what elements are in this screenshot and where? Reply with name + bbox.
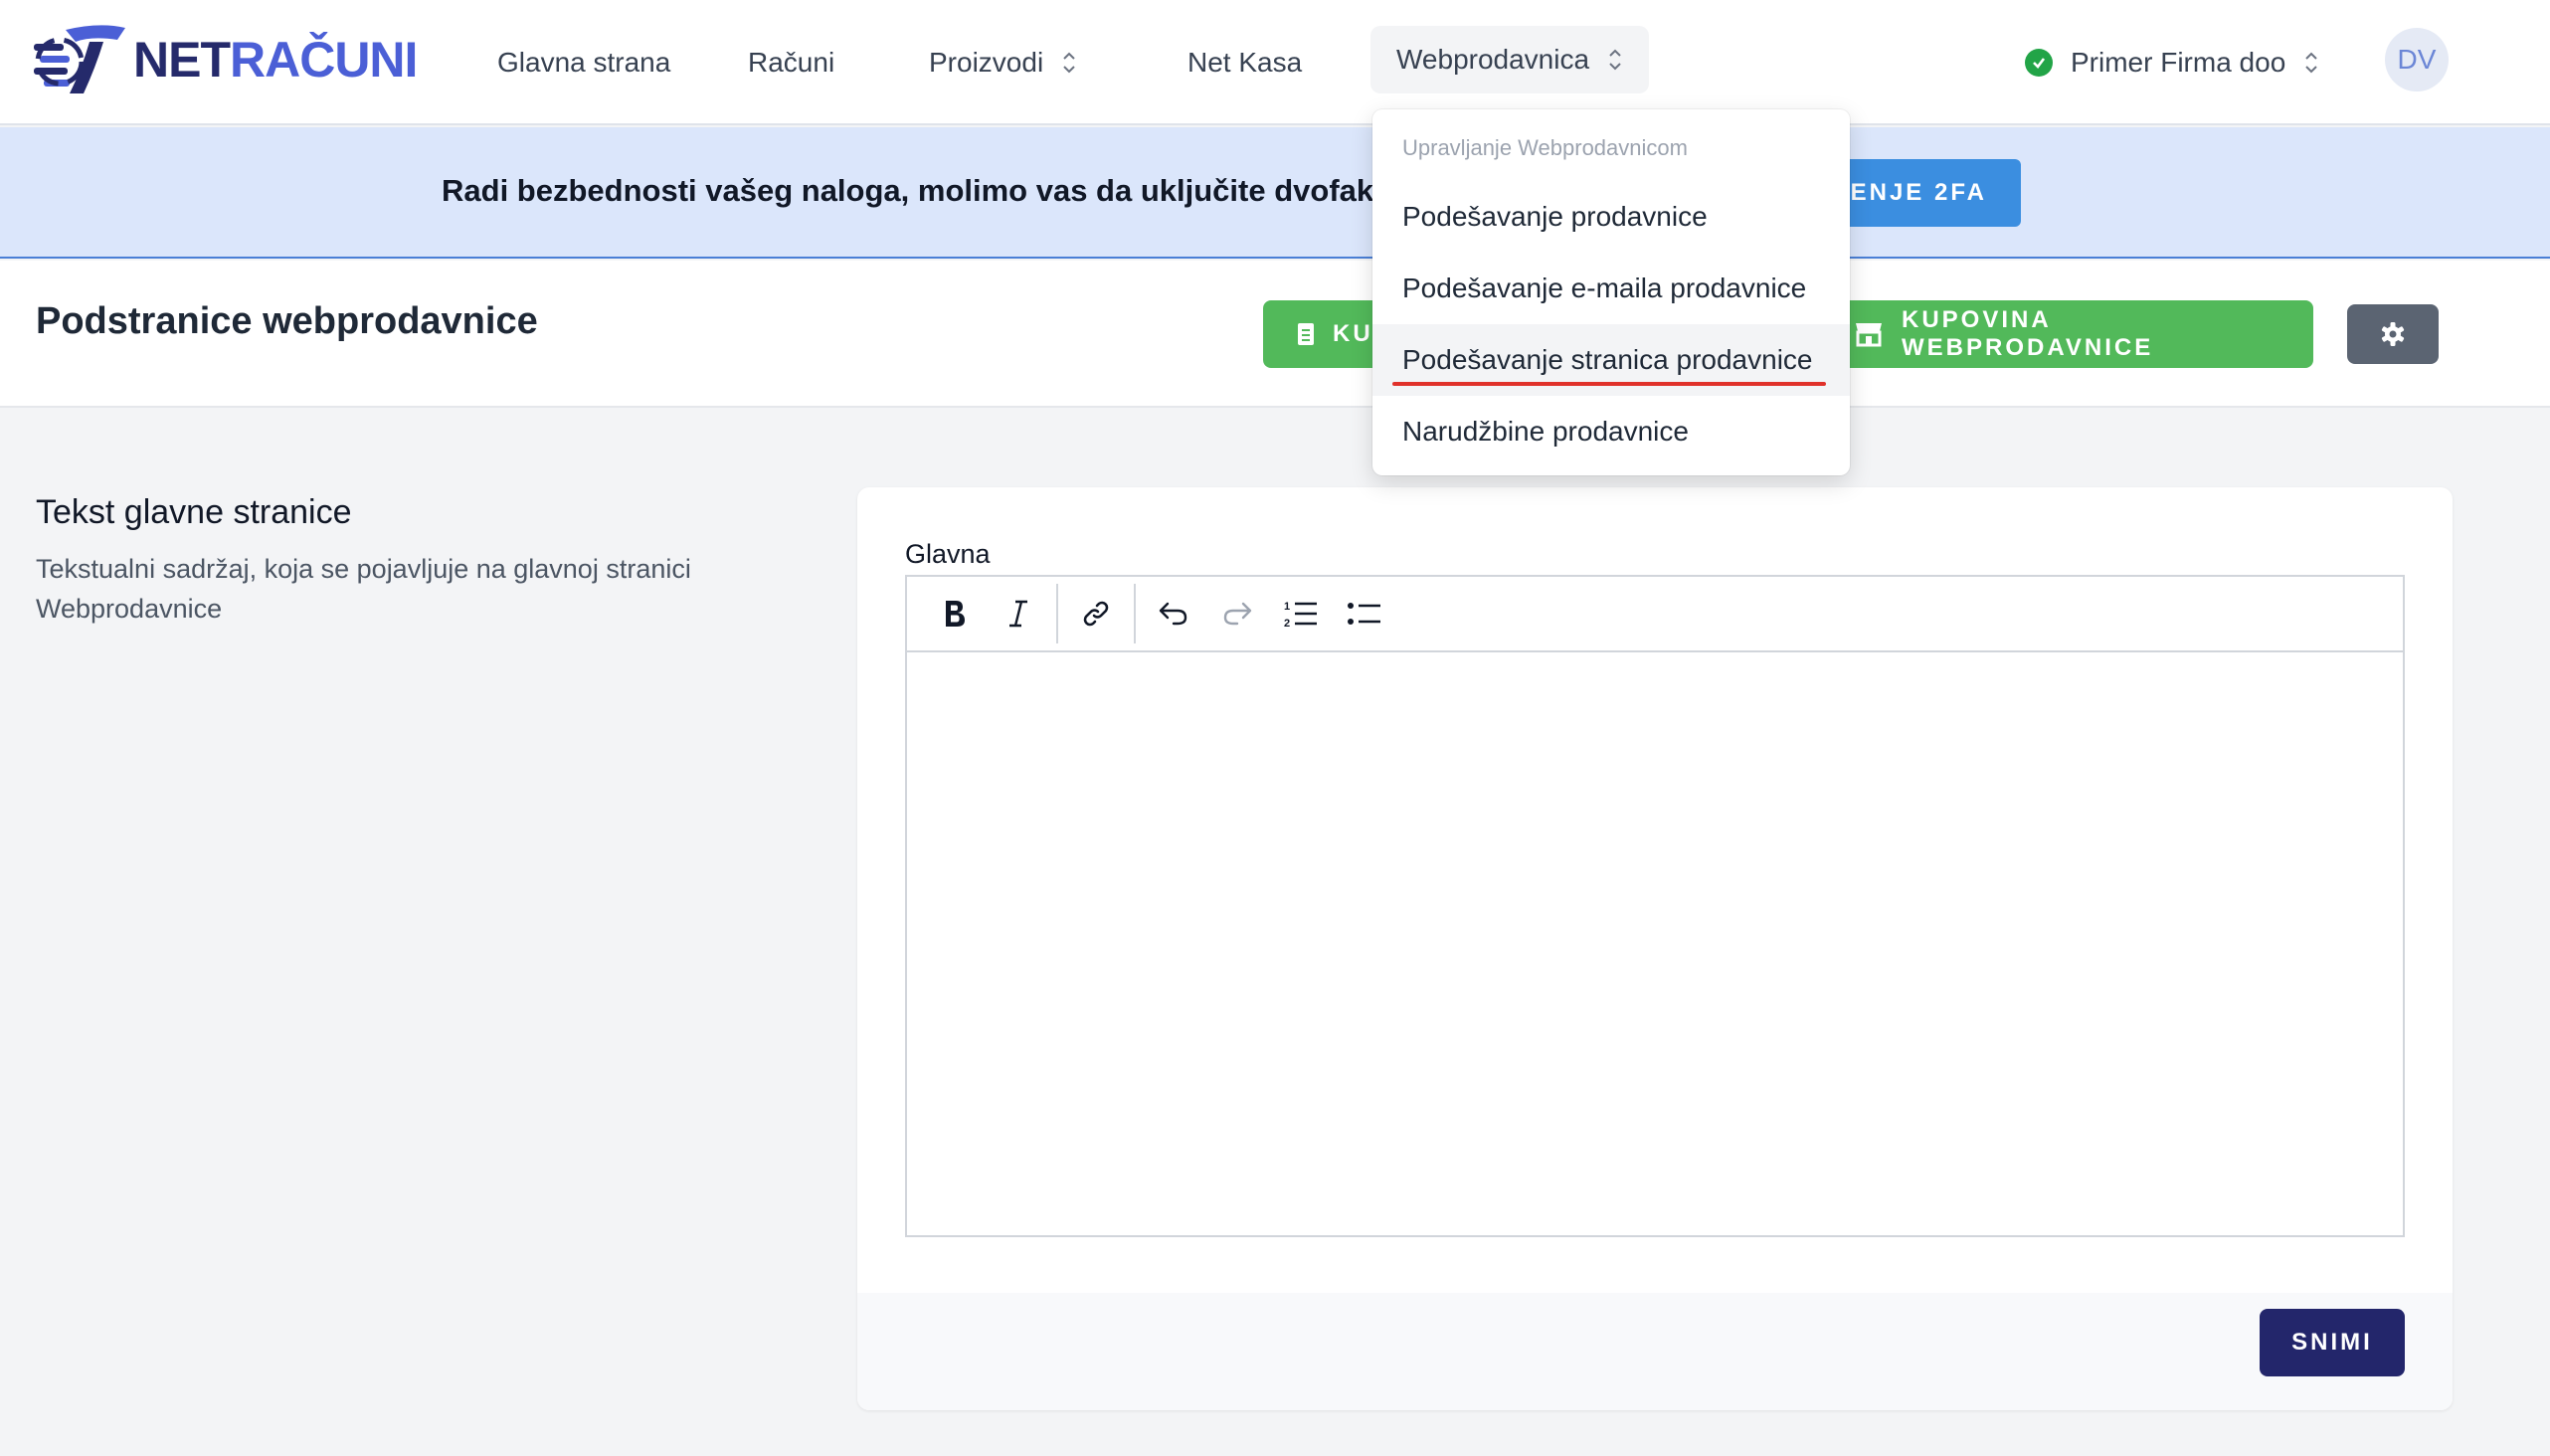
buy-webshop-button[interactable]: KUPOVINA WEBPRODAVNICE bbox=[1820, 300, 2313, 368]
logo[interactable]: NETRAČUNI bbox=[30, 20, 418, 99]
nav-item-glavna-strana[interactable]: Glavna strana bbox=[497, 38, 670, 88]
logo-text-racuni: RAČUNI bbox=[230, 32, 418, 88]
rich-text-editor: 12 bbox=[905, 575, 2405, 1237]
svg-text:2: 2 bbox=[1284, 618, 1290, 630]
ordered-list-icon: 12 bbox=[1284, 601, 1317, 630]
nav-item-proizvodi[interactable]: Proizvodi bbox=[929, 38, 1077, 88]
menu-item-store-settings[interactable]: Podešavanje prodavnice bbox=[1372, 181, 1850, 253]
card-footer: SNIMI bbox=[857, 1293, 2453, 1410]
italic-button[interactable] bbox=[987, 584, 1050, 643]
nav-item-webprodavnica[interactable]: Webprodavnica bbox=[1370, 26, 1650, 93]
company-switcher[interactable]: Primer Firma doo bbox=[2025, 38, 2319, 88]
button-label: KUPOVINA WEBPRODAVNICE bbox=[1902, 306, 2154, 361]
chevron-up-down-icon bbox=[2305, 52, 2317, 74]
logo-text-net: NET bbox=[133, 32, 231, 88]
dropdown-header: Upravljanje Webprodavnicom bbox=[1402, 135, 1688, 160]
editor-toolbar: 12 bbox=[907, 577, 2403, 652]
nav-item-label: Webprodavnica bbox=[1396, 44, 1590, 75]
editor-card: Glavna 12 SNIMI bbox=[857, 487, 2453, 1410]
chevron-up-down-icon bbox=[1063, 52, 1075, 74]
menu-item-store-email-settings[interactable]: Podešavanje e-maila prodavnice bbox=[1372, 253, 1850, 324]
logo-text: NETRAČUNI bbox=[133, 32, 418, 88]
bold-button[interactable] bbox=[923, 584, 987, 643]
ordered-list-button[interactable]: 12 bbox=[1269, 584, 1333, 643]
nav-item-racuni[interactable]: Računi bbox=[748, 38, 834, 88]
store-icon bbox=[1854, 321, 1884, 347]
section-description: Tekstualni sadržaj, koja se pojavljuje n… bbox=[36, 554, 691, 624]
webshop-dropdown-menu: Upravljanje Webprodavnicom Podešavanje p… bbox=[1372, 109, 1850, 475]
page-title: Podstranice webprodavnice bbox=[36, 300, 538, 342]
link-button[interactable] bbox=[1064, 584, 1128, 643]
button-label: KU bbox=[1333, 320, 1373, 347]
nav-item-label: Proizvodi bbox=[929, 47, 1044, 78]
save-button[interactable]: SNIMI bbox=[2260, 1309, 2405, 1376]
company-name: Primer Firma doo bbox=[2071, 47, 2286, 78]
page-header: Podstranice webprodavnice KU KUPOVINA WE… bbox=[0, 261, 2550, 408]
redo-icon bbox=[1223, 602, 1252, 626]
nav-item-net-kasa[interactable]: Net Kasa bbox=[1187, 38, 1302, 88]
menu-item-label: Narudžbine prodavnice bbox=[1402, 416, 1689, 447]
gear-icon bbox=[2381, 322, 2405, 346]
top-navbar: NETRAČUNI Glavna strana Računi Proizvodi… bbox=[0, 0, 2550, 125]
nav-item-label: Računi bbox=[748, 47, 835, 78]
toolbar-separator bbox=[1056, 584, 1058, 643]
undo-icon bbox=[1159, 602, 1187, 626]
logo-icon bbox=[34, 25, 125, 93]
nav-item-label: Glavna strana bbox=[497, 47, 671, 78]
editor-label: Glavna bbox=[905, 539, 991, 569]
section-title: Tekst glavne stranice bbox=[36, 493, 352, 531]
chevron-up-down-icon bbox=[1609, 49, 1621, 71]
document-icon bbox=[1297, 322, 1315, 346]
bullet-list-button[interactable] bbox=[1333, 584, 1396, 643]
menu-item-label: Podešavanje stranica prodavnice bbox=[1402, 344, 1813, 375]
menu-item-label: Podešavanje prodavnice bbox=[1402, 201, 1708, 232]
settings-button[interactable] bbox=[2347, 304, 2439, 364]
bullet-list-icon bbox=[1348, 603, 1380, 625]
link-icon bbox=[1083, 601, 1109, 627]
redo-button[interactable] bbox=[1205, 584, 1269, 643]
undo-button[interactable] bbox=[1142, 584, 1205, 643]
nav-item-label: Net Kasa bbox=[1187, 47, 1303, 78]
menu-item-label: Podešavanje e-maila prodavnice bbox=[1402, 273, 1807, 303]
italic-icon bbox=[1009, 600, 1027, 628]
toolbar-separator bbox=[1134, 584, 1136, 643]
highlight-underline bbox=[1392, 382, 1826, 386]
avatar[interactable]: DV bbox=[2385, 28, 2449, 91]
menu-item-store-orders[interactable]: Narudžbine prodavnice bbox=[1372, 396, 1850, 467]
banner-text: Radi bezbednosti vašeg naloga, molimo va… bbox=[442, 173, 1468, 208]
two-factor-banner: Radi bezbednosti vašeg naloga, molimo va… bbox=[0, 127, 2550, 259]
bold-icon bbox=[946, 601, 965, 627]
check-circle-icon bbox=[2025, 49, 2053, 77]
editor-content-area[interactable] bbox=[907, 652, 2403, 1235]
svg-text:1: 1 bbox=[1284, 601, 1290, 613]
